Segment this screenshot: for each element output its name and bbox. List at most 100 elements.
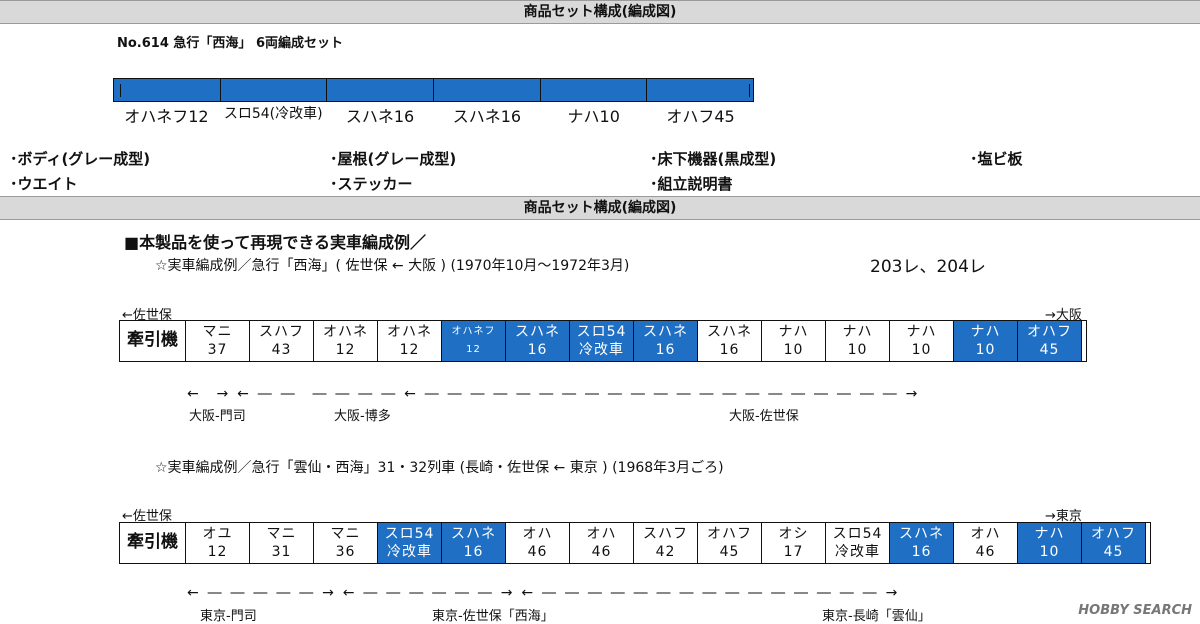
- loco-cell: 牽引機: [120, 321, 186, 361]
- car-number: 冷改車: [835, 544, 880, 560]
- page-header-2: 商品セット構成(編成図): [0, 196, 1200, 220]
- car-name: オハ: [970, 526, 1001, 542]
- set-car: [327, 79, 435, 101]
- car-name: スハネ: [707, 324, 752, 340]
- car-cell: オユ 12: [186, 523, 250, 563]
- car-number: 46: [527, 544, 548, 560]
- set-car: [220, 79, 328, 101]
- car-number: 10: [783, 342, 804, 358]
- car-name: スハフ: [643, 526, 688, 542]
- part-item: ･ウエイト: [10, 175, 78, 193]
- car-name: オハネフ: [451, 326, 496, 337]
- car-name: スハネ: [899, 526, 944, 542]
- car-cell: スロ54 冷改車: [378, 523, 442, 563]
- car-cell: オハネ 12: [378, 321, 442, 361]
- part-item: ･ステッカー: [330, 175, 413, 193]
- car-number: 17: [783, 544, 804, 560]
- car-number: 37: [207, 342, 228, 358]
- car-number: 42: [655, 544, 676, 560]
- car-number: 16: [527, 342, 548, 358]
- set-car-label: スハネ16: [345, 107, 415, 126]
- segment-label: 大阪-門司: [189, 409, 246, 424]
- car-number: 12: [207, 544, 228, 560]
- car-cell: オハフ 45: [1018, 321, 1082, 361]
- car-number: 冷改車: [579, 342, 624, 358]
- car-cell: マニ 36: [314, 523, 378, 563]
- car-name: オハネ: [387, 324, 432, 340]
- car-name: マニ: [330, 526, 361, 542]
- car-number: 16: [463, 544, 484, 560]
- page-header: 商品セット構成(編成図): [0, 0, 1200, 24]
- set-car-label: オハフ45: [666, 107, 735, 126]
- set-car-label: スロ54(冷改車): [223, 106, 323, 122]
- car-number: 45: [719, 544, 740, 560]
- car-cell: オシ 17: [762, 523, 826, 563]
- car-name: スロ54: [384, 526, 435, 542]
- car-cell: スハネ 16: [442, 523, 506, 563]
- set-car: [434, 79, 541, 101]
- car-name: オハフ: [1091, 526, 1136, 542]
- car-cell: ナハ 10: [954, 321, 1018, 361]
- car-cell: マニ 31: [250, 523, 314, 563]
- set-car-labels: オハネフ12 スロ54(冷改車) スハネ16 スハネ16 ナハ10 オハフ45: [113, 103, 754, 127]
- car-cell: ナハ 10: [762, 321, 826, 361]
- car-name: ナハ: [970, 324, 1001, 340]
- car-number: 16: [655, 342, 676, 358]
- car-cell: スハネ 16: [506, 321, 570, 361]
- car-name: ナハ: [778, 324, 809, 340]
- example2-dashes: ← ― ― ― ― ― → ← ― ― ― ― ― ― → ← ― ― ― ― …: [187, 585, 898, 601]
- car-name: オハ: [586, 526, 617, 542]
- set-car-label: ナハ10: [567, 107, 620, 126]
- car-number: 16: [719, 342, 740, 358]
- car-name: スハネ: [515, 324, 560, 340]
- car-name: オハ: [522, 526, 553, 542]
- car-number: 46: [975, 544, 996, 560]
- car-name: マニ: [266, 526, 297, 542]
- car-name: マニ: [202, 324, 233, 340]
- car-name: オハフ: [707, 526, 752, 542]
- segment-label: 東京-佐世保「西海」: [432, 609, 554, 624]
- car-number: 12: [466, 344, 481, 355]
- set-car-label: オハネフ12: [124, 107, 209, 126]
- car-name: スロ54: [576, 324, 627, 340]
- segment-label: 東京-長崎「雲仙」: [822, 609, 931, 624]
- car-cell: ナハ 10: [890, 321, 954, 361]
- example1-train-no: 203レ、204レ: [870, 257, 986, 277]
- car-name: オユ: [202, 526, 233, 542]
- car-cell: スハネ 16: [890, 523, 954, 563]
- car-cell: スハフ 43: [250, 321, 314, 361]
- set-formation-bar: [113, 78, 754, 102]
- car-name: ナハ: [906, 324, 937, 340]
- car-name: オハフ: [1027, 324, 1072, 340]
- part-item: ･床下機器(黒成型): [650, 150, 777, 168]
- car-number: 10: [1039, 544, 1060, 560]
- car-number: 12: [399, 342, 420, 358]
- car-name: ナハ: [842, 324, 873, 340]
- car-number: 冷改車: [387, 544, 432, 560]
- car-cell: スハネ 16: [634, 321, 698, 361]
- car-number: 10: [911, 342, 932, 358]
- car-cell: オハフ 45: [698, 523, 762, 563]
- car-cell: オハネ 12: [314, 321, 378, 361]
- example1-formation: 牽引機 マニ 37 スハフ 43 オハネ 12 オハネ 12 オハネフ 12 スハネ 16 スロ54 冷改…: [119, 320, 1087, 362]
- car-name: オシ: [778, 526, 809, 542]
- car-cell: スハネ 16: [698, 321, 762, 361]
- car-cell: オハ 46: [506, 523, 570, 563]
- car-cell: ナハ 10: [1018, 523, 1082, 563]
- part-item: ･屋根(グレー成型): [330, 150, 457, 168]
- car-name: スロ54: [832, 526, 883, 542]
- car-number: 45: [1039, 342, 1060, 358]
- part-item: ･ボディ(グレー成型): [10, 150, 151, 168]
- set-car-label: スハネ16: [452, 107, 522, 126]
- car-cell: ナハ 10: [826, 321, 890, 361]
- example1-dashes: ← → ← ― ― ― ― ― ― ← ― ― ― ― ― ― ― ― ― ― …: [187, 386, 918, 402]
- car-cell: スハフ 42: [634, 523, 698, 563]
- car-name: ナハ: [1034, 526, 1065, 542]
- segment-label: 大阪-佐世保: [729, 409, 799, 424]
- loco-cell: 牽引機: [120, 523, 186, 563]
- car-number: 10: [975, 342, 996, 358]
- car-name: スハネ: [451, 526, 496, 542]
- car-name: スハフ: [259, 324, 304, 340]
- example1-title: ☆実車編成例／急行「西海」( 佐世保 ← 大阪 ) (1970年10月～1972…: [155, 258, 630, 274]
- car-cell: オハ 46: [954, 523, 1018, 563]
